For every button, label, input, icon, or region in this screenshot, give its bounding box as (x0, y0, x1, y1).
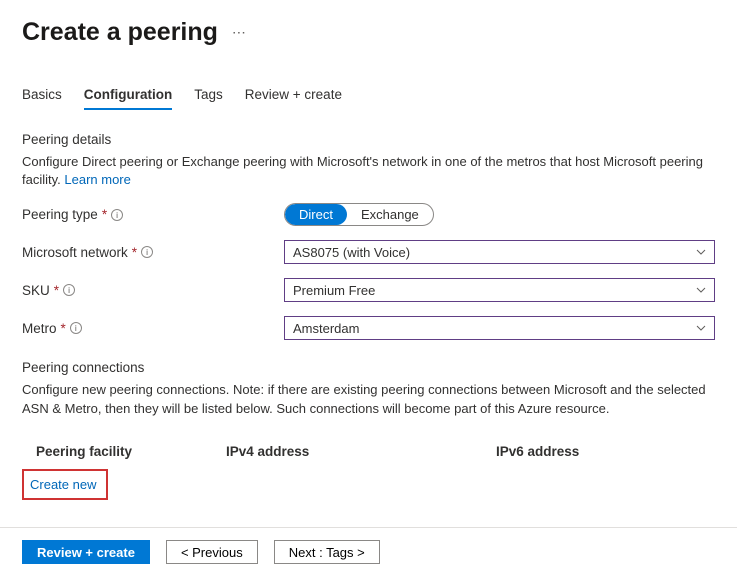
page-title: Create a peering (22, 18, 218, 47)
label-text: Peering type (22, 207, 98, 222)
tab-tags[interactable]: Tags (194, 87, 223, 110)
column-ipv4: IPv4 address (226, 444, 496, 459)
more-icon[interactable]: ⋯ (232, 24, 247, 41)
required-mark: * (102, 207, 107, 222)
metro-label: Metro * i (22, 321, 284, 336)
column-peering-facility: Peering facility (36, 444, 226, 459)
create-new-highlight: Create new (22, 469, 108, 500)
tab-bar: Basics Configuration Tags Review + creat… (22, 87, 715, 110)
peering-details-desc: Configure Direct peering or Exchange pee… (22, 153, 715, 189)
peering-type-toggle[interactable]: Direct Exchange (284, 203, 434, 226)
label-text: SKU (22, 283, 50, 298)
info-icon[interactable]: i (111, 209, 123, 221)
peering-details-heading: Peering details (22, 132, 715, 147)
footer-bar: Review + create < Previous Next : Tags > (0, 527, 737, 564)
microsoft-network-label: Microsoft network * i (22, 245, 284, 260)
select-value: Premium Free (293, 283, 375, 298)
chevron-down-icon (696, 247, 706, 257)
label-text: Metro (22, 321, 57, 336)
microsoft-network-select[interactable]: AS8075 (with Voice) (284, 240, 715, 264)
pill-direct[interactable]: Direct (285, 204, 347, 225)
peering-connections-heading: Peering connections (22, 360, 715, 375)
required-mark: * (61, 321, 66, 336)
tab-basics[interactable]: Basics (22, 87, 62, 110)
chevron-down-icon (696, 323, 706, 333)
select-value: AS8075 (with Voice) (293, 245, 410, 260)
tab-configuration[interactable]: Configuration (84, 87, 172, 110)
metro-select[interactable]: Amsterdam (284, 316, 715, 340)
peering-connections-desc: Configure new peering connections. Note:… (22, 381, 715, 417)
required-mark: * (132, 245, 137, 260)
select-value: Amsterdam (293, 321, 359, 336)
sku-label: SKU * i (22, 283, 284, 298)
create-new-link[interactable]: Create new (30, 477, 96, 492)
info-icon[interactable]: i (141, 246, 153, 258)
info-icon[interactable]: i (70, 322, 82, 334)
column-ipv6: IPv6 address (496, 444, 715, 459)
label-text: Microsoft network (22, 245, 128, 260)
required-mark: * (54, 283, 59, 298)
review-create-button[interactable]: Review + create (22, 540, 150, 564)
info-icon[interactable]: i (63, 284, 75, 296)
next-button[interactable]: Next : Tags > (274, 540, 380, 564)
sku-select[interactable]: Premium Free (284, 278, 715, 302)
connections-table-header: Peering facility IPv4 address IPv6 addre… (22, 444, 715, 459)
learn-more-link[interactable]: Learn more (64, 172, 130, 187)
previous-button[interactable]: < Previous (166, 540, 258, 564)
peering-type-label: Peering type * i (22, 207, 284, 222)
tab-review-create[interactable]: Review + create (245, 87, 342, 110)
pill-exchange[interactable]: Exchange (347, 204, 433, 225)
chevron-down-icon (696, 285, 706, 295)
